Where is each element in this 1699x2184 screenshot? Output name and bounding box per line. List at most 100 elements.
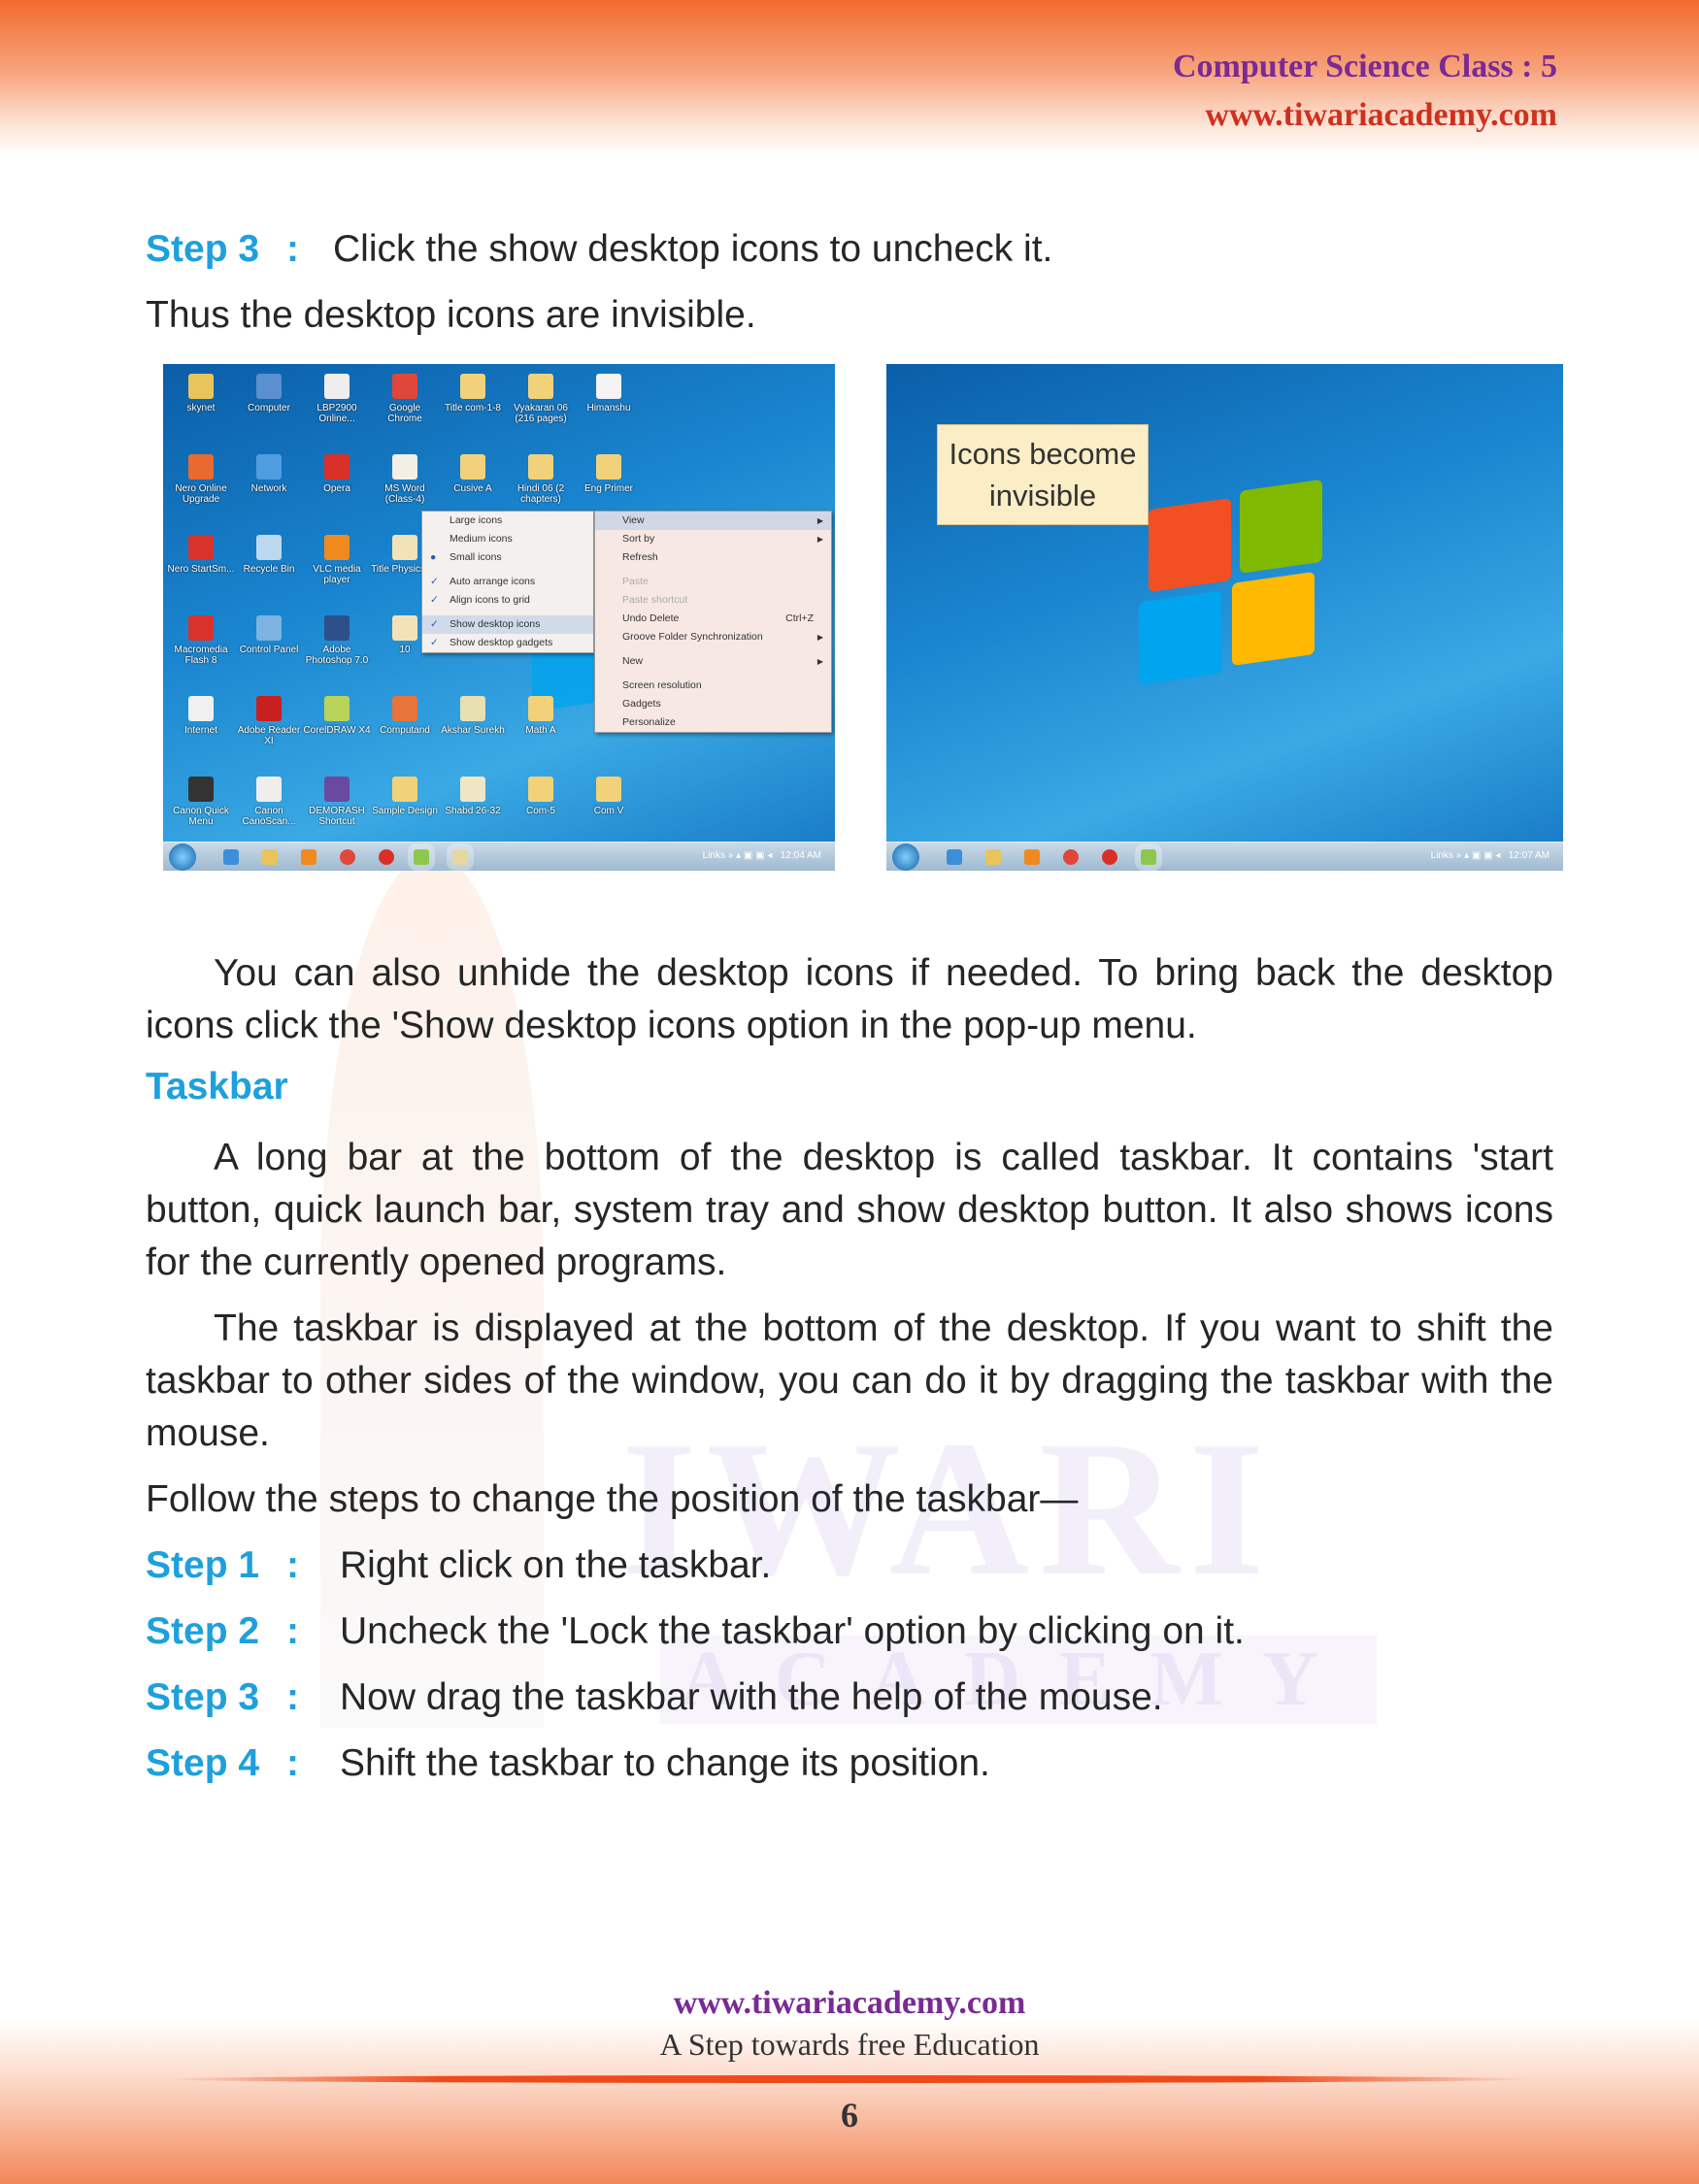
chrome-icon[interactable] xyxy=(340,849,355,865)
menu-item-label: Undo Delete xyxy=(622,612,680,624)
menu-item[interactable]: Personalize xyxy=(595,713,831,732)
media-player-icon[interactable] xyxy=(301,849,316,865)
desktop-icon-image xyxy=(596,374,621,399)
system-tray[interactable]: Links » ▴ ▣ ▣ ◂ 12:07 AM xyxy=(1431,850,1549,861)
desktop-icon[interactable]: Adobe Reader XI xyxy=(235,692,303,773)
menu-item[interactable]: Screen resolution xyxy=(595,677,831,695)
desktop-icon-label: Opera xyxy=(323,483,350,494)
menu-item[interactable]: Sort by ▶ xyxy=(595,530,831,548)
menu-item-label: Screen resolution xyxy=(622,679,702,691)
desktop-icon[interactable]: skynet xyxy=(167,370,235,450)
clock[interactable]: 12:04 AM xyxy=(781,850,821,861)
menu-item[interactable]: Paste xyxy=(595,573,831,591)
step-text: Right click on the taskbar. xyxy=(340,1544,772,1586)
desktop-icon[interactable]: Math A xyxy=(507,692,575,773)
menu-item[interactable]: New ▶ xyxy=(595,652,831,671)
menu-item[interactable]: ✓ Auto arrange icons xyxy=(422,573,593,591)
desktop-screenshot-with-icons: skynet Computer LBP2900 Online... Google Ch… xyxy=(163,364,835,871)
desktop-icon[interactable]: Adobe Photoshop 7.0 xyxy=(303,612,371,692)
desktop-icon-label: Internet xyxy=(184,725,217,736)
desktop-icon[interactable]: Nero StartSm... xyxy=(167,531,235,612)
desktop-icon[interactable]: Google Chrome xyxy=(371,370,439,450)
menu-item[interactable]: Refresh xyxy=(595,548,831,567)
menu-item[interactable]: Groove Folder Synchronization ▶ xyxy=(595,628,831,646)
desktop-icon[interactable]: Himanshu xyxy=(575,370,643,450)
paragraph-follow-steps: Follow the steps to change the position … xyxy=(146,1478,1079,1520)
desktop-icon[interactable]: VLC media player xyxy=(303,531,371,612)
menu-item[interactable]: ✓ Show desktop gadgets xyxy=(422,634,593,652)
desktop-icon-label: Adobe Reader XI xyxy=(237,725,301,746)
callout-label: Icons become invisible xyxy=(937,424,1149,525)
ie-icon[interactable] xyxy=(223,849,239,865)
desktop-icon-image xyxy=(324,454,350,480)
system-tray[interactable]: Links » ▴ ▣ ▣ ◂ 12:04 AM xyxy=(703,850,821,861)
menu-item-label: Large icons xyxy=(450,514,503,526)
desktop-icon-image xyxy=(324,777,350,802)
opera-icon[interactable] xyxy=(379,849,394,865)
desktop-icon[interactable]: Internet xyxy=(167,692,235,773)
taskbar[interactable]: Links » ▴ ▣ ▣ ◂ 12:07 AM xyxy=(886,842,1563,871)
menu-item[interactable]: Medium icons xyxy=(422,530,593,548)
desktop-icon-image xyxy=(324,696,350,721)
desktop-icon[interactable]: Computer xyxy=(235,370,303,450)
menu-item[interactable]: View ▶ xyxy=(595,512,831,530)
desktop-icon[interactable]: Title com-1-8 xyxy=(439,370,507,450)
media-player-icon[interactable] xyxy=(1024,849,1040,865)
menu-item[interactable]: ✓ Show desktop icons xyxy=(422,615,593,634)
desktop-icon-image xyxy=(324,535,350,560)
desktop-icon-image xyxy=(256,535,282,560)
start-button[interactable] xyxy=(892,844,919,871)
desktop-icon-image xyxy=(596,777,621,802)
clock[interactable]: 12:07 AM xyxy=(1509,850,1549,861)
start-button[interactable] xyxy=(169,844,196,871)
desktop-icon[interactable]: Macromedia Flash 8 xyxy=(167,612,235,692)
chrome-icon[interactable] xyxy=(1063,849,1079,865)
explorer-icon[interactable] xyxy=(262,849,278,865)
menu-item[interactable]: Large icons xyxy=(422,512,593,530)
desktop-icon-image xyxy=(256,454,282,480)
desktop-icon[interactable]: Nero Online Upgrade xyxy=(167,450,235,531)
desktop-icon[interactable]: Akshar Surekh xyxy=(439,692,507,773)
desktop-icon[interactable]: Network xyxy=(235,450,303,531)
menu-item[interactable]: Paste shortcut xyxy=(595,591,831,610)
menu-item-label: Show desktop gadgets xyxy=(450,637,553,648)
desktop-icon[interactable]: Vyakaran 06 (216 pages) xyxy=(507,370,575,450)
submenu-arrow-icon: ▶ xyxy=(816,633,823,642)
desktop-icon[interactable]: LBP2900 Online... xyxy=(303,370,371,450)
desktop-icon[interactable]: Control Panel xyxy=(235,612,303,692)
desktop-icon[interactable]: CorelDRAW X4 xyxy=(303,692,371,773)
desktop-icon-image xyxy=(392,535,417,560)
links-toolbar[interactable]: Links xyxy=(1431,850,1453,861)
menu-item[interactable]: ● Small icons xyxy=(422,548,593,567)
taskbar[interactable]: Links » ▴ ▣ ▣ ◂ 12:04 AM xyxy=(163,842,835,871)
open-program-icon[interactable] xyxy=(408,844,435,871)
menu-item-label: Auto arrange icons xyxy=(450,576,536,587)
desktop-icon-image xyxy=(188,615,214,641)
footer-url[interactable]: www.tiwariacademy.com xyxy=(0,1985,1699,2022)
desktop-icon-label: Cusive A xyxy=(453,483,492,494)
menu-shortcut: Ctrl+Z xyxy=(785,612,814,624)
menu-item[interactable]: ✓ Align icons to grid xyxy=(422,591,593,610)
desktop-context-menu: View ▶ Sort by ▶ Refresh Paste Paste shortcut U… xyxy=(594,511,832,733)
desktop-icon-image xyxy=(256,777,282,802)
desktop-icon[interactable]: Opera xyxy=(303,450,371,531)
step-colon: : xyxy=(286,1676,299,1718)
menu-item[interactable]: Undo Delete Ctrl+Z xyxy=(595,610,831,628)
explorer-icon[interactable] xyxy=(985,849,1001,865)
desktop-icon[interactable]: Recycle Bin xyxy=(235,531,303,612)
desktop-icon-image xyxy=(188,374,214,399)
section-heading-taskbar: Taskbar xyxy=(146,1066,288,1108)
open-program-icon[interactable] xyxy=(1135,844,1162,871)
header-url[interactable]: www.tiwariacademy.com xyxy=(1205,97,1557,134)
links-toolbar[interactable]: Links xyxy=(703,850,725,861)
menu-item[interactable]: Gadgets xyxy=(595,695,831,713)
open-program-icon[interactable] xyxy=(447,844,474,871)
opera-icon[interactable] xyxy=(1102,849,1117,865)
ie-icon[interactable] xyxy=(947,849,962,865)
desktop-icon-label: Math A xyxy=(525,725,556,736)
desktop-icon-image xyxy=(392,454,417,480)
desktop-icon[interactable]: Computand xyxy=(371,692,439,773)
step-text: Shift the taskbar to change its position… xyxy=(340,1742,990,1784)
step-label: Step 2 xyxy=(146,1610,260,1652)
desktop-icon-image xyxy=(528,454,553,480)
